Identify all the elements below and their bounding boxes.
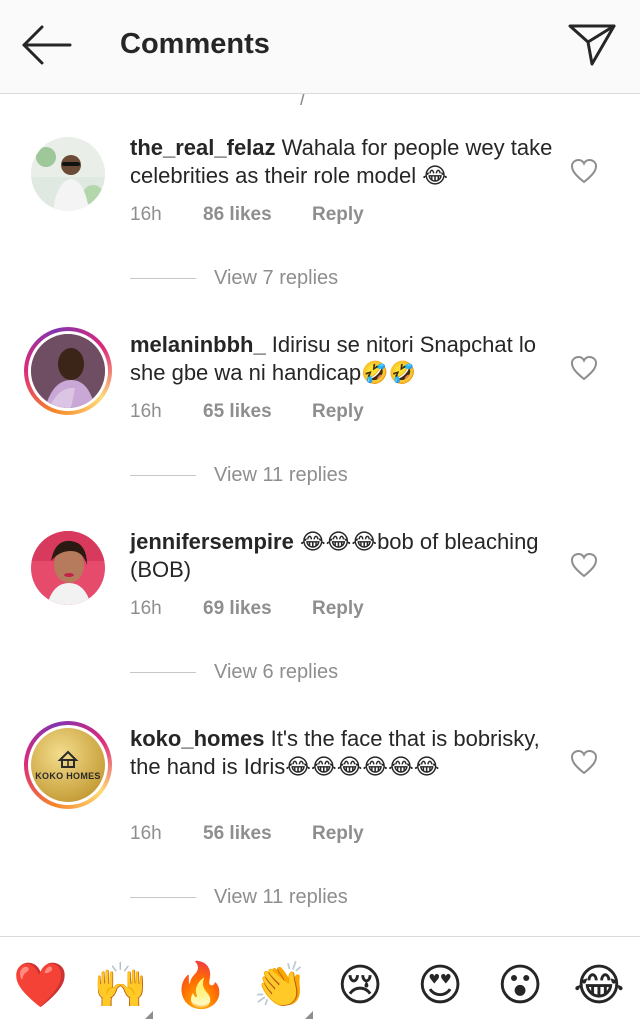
reply-button[interactable]: Reply [312, 401, 364, 423]
comment-meta: 16h 65 likes Reply [130, 401, 364, 423]
view-replies-label: View 11 replies [214, 464, 348, 486]
clapping-hands-emoji-icon[interactable]: 👏 [253, 959, 308, 1013]
divider [130, 278, 196, 279]
story-ring [28, 331, 108, 411]
comment-likes[interactable]: 65 likes [203, 401, 312, 423]
divider [130, 475, 196, 476]
surprised-face-emoji-icon[interactable]: 😮 [493, 959, 547, 1013]
like-heart-icon[interactable] [570, 355, 598, 381]
story-ring: KOKO HOMES [28, 725, 108, 805]
comment-username[interactable]: jennifersempire [130, 529, 294, 554]
comment-username[interactable]: the_real_felaz [130, 135, 276, 160]
comment-text: jennifersempire 😂😂😂bob of bleaching (BOB… [130, 528, 560, 584]
divider [130, 897, 196, 898]
view-replies-label: View 7 replies [214, 267, 339, 289]
comments-list[interactable]: / the_real_felaz Wahala for people wey t… [0, 94, 640, 936]
comment-text: the_real_felaz Wahala for people wey tak… [130, 134, 560, 190]
page-title: Comments [120, 28, 270, 60]
comment-text: melaninbbh_ Idirisu se nitori Snapchat l… [130, 331, 560, 387]
avatar[interactable]: KOKO HOMES [24, 721, 112, 809]
avatar[interactable] [31, 137, 105, 211]
comment-meta: 16h 69 likes Reply [130, 598, 364, 620]
tears-of-joy-emoji-icon[interactable]: 😂 [572, 959, 626, 1013]
comment-likes[interactable]: 56 likes [203, 823, 312, 845]
skin-tone-indicator-icon [145, 1011, 153, 1019]
comment-likes[interactable]: 86 likes [203, 204, 312, 226]
comment-time: 16h [130, 204, 162, 225]
comment-meta: 16h 86 likes Reply [130, 204, 364, 226]
skin-tone-indicator-icon [305, 1011, 313, 1019]
like-heart-icon[interactable] [570, 552, 598, 578]
like-heart-icon[interactable] [570, 749, 598, 775]
comment-text: koko_homes It's the face that is bobrisk… [130, 725, 560, 781]
top-bar: Comments [0, 0, 640, 94]
scrolled-text-fragment: / [300, 94, 306, 110]
avatar[interactable] [24, 327, 112, 415]
reply-button[interactable]: Reply [312, 204, 364, 226]
reply-button[interactable]: Reply [312, 598, 364, 620]
raising-hands-emoji-icon[interactable]: 🙌 [93, 959, 148, 1013]
comment-time: 16h [130, 598, 162, 619]
view-replies-button[interactable]: View 11 replies [130, 464, 348, 487]
comment-likes[interactable]: 69 likes [203, 598, 312, 620]
back-arrow-icon[interactable] [14, 20, 80, 70]
comment-username[interactable]: koko_homes [130, 726, 265, 751]
view-replies-button[interactable]: View 6 replies [130, 661, 338, 684]
reply-button[interactable]: Reply [312, 823, 364, 845]
avatar-logo-text: KOKO HOMES [35, 771, 101, 781]
emoji-quick-bar: ❤️ 🙌 🔥 👏 😢 😍 😮 😂 [0, 936, 640, 1029]
comment-time: 16h [130, 823, 162, 844]
red-heart-emoji-icon[interactable]: ❤️ [13, 959, 68, 1013]
direct-share-icon[interactable] [562, 18, 622, 70]
comment-meta: 16h 56 likes Reply [130, 823, 364, 845]
crying-face-emoji-icon[interactable]: 😢 [333, 959, 387, 1013]
divider [130, 672, 196, 673]
view-replies-button[interactable]: View 11 replies [130, 886, 348, 909]
comment-username[interactable]: melaninbbh_ [130, 332, 266, 357]
comment-time: 16h [130, 401, 162, 422]
view-replies-button[interactable]: View 7 replies [130, 267, 338, 290]
avatar[interactable] [31, 531, 105, 605]
view-replies-label: View 6 replies [214, 661, 339, 683]
fire-emoji-icon[interactable]: 🔥 [173, 959, 228, 1013]
like-heart-icon[interactable] [570, 158, 598, 184]
heart-eyes-emoji-icon[interactable]: 😍 [413, 959, 467, 1013]
view-replies-label: View 11 replies [214, 886, 348, 908]
